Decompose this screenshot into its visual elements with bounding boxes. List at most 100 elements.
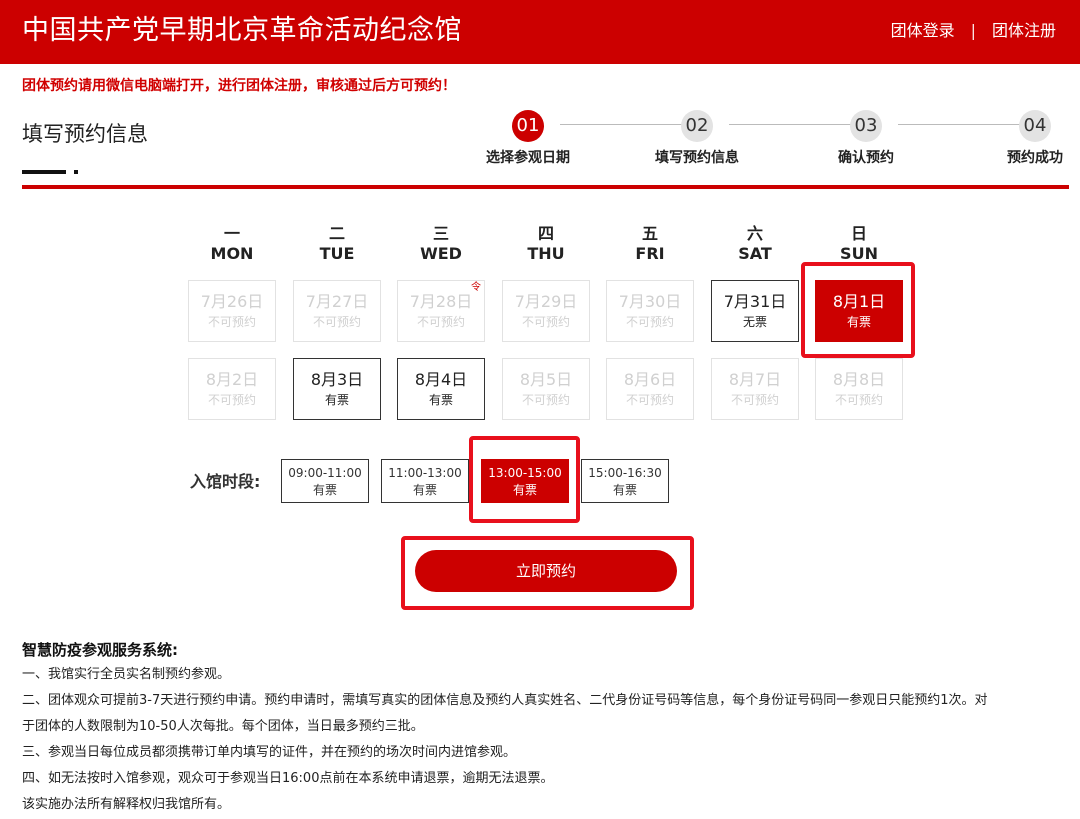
info-line: 二、团体观众可提前3-7天进行预约申请。预约申请时，需填写真实的团体信息及预约人… <box>22 693 988 708</box>
weekday-cn: 三 <box>432 224 449 243</box>
slot-time: 15:00-16:30 <box>588 466 662 480</box>
weekday-mon: 一 MON <box>187 224 277 264</box>
group-login-link[interactable]: 团体登录 <box>891 20 955 42</box>
day-date: 8月2日 <box>205 370 259 389</box>
day-date: 8月4日 <box>414 370 468 389</box>
weekday-fri: 五 FRI <box>605 224 695 264</box>
header-separator: | <box>970 21 976 40</box>
calendar-day: 令 7月28日 不可预约 <box>397 280 485 342</box>
time-slot[interactable]: 09:00-11:00 有票 <box>281 459 369 503</box>
step-label: 填写预约信息 <box>655 150 739 166</box>
weekday-en: SAT <box>738 244 772 263</box>
step-3: 03 确认预约 <box>806 110 926 170</box>
page-title: 填写预约信息 <box>22 122 148 146</box>
day-status: 不可预约 <box>207 315 256 329</box>
step-number: 04 <box>1019 110 1051 142</box>
section-divider <box>22 185 1069 189</box>
step-label: 预约成功 <box>1007 150 1063 166</box>
weekday-cn: 五 <box>641 224 658 243</box>
calendar-day-available[interactable]: 8月4日 有票 <box>397 358 485 420</box>
time-slot-label: 入馆时段: <box>190 472 261 491</box>
slot-status: 有票 <box>412 483 437 497</box>
calendar-day: 8月5日 不可预约 <box>502 358 590 420</box>
weekday-cn: 二 <box>328 224 345 243</box>
day-date: 8月7日 <box>728 370 782 389</box>
slot-time: 13:00-15:00 <box>488 466 562 480</box>
calendar-day: 7月30日 不可预约 <box>606 280 694 342</box>
calendar-day: 7月27日 不可预约 <box>293 280 381 342</box>
day-status: 有票 <box>428 393 453 407</box>
header-links: 团体登录 | 团体注册 <box>891 20 1056 42</box>
day-status: 不可预约 <box>730 393 779 407</box>
day-date: 8月6日 <box>623 370 677 389</box>
calendar-day: 7月29日 不可预约 <box>502 280 590 342</box>
slot-status: 有票 <box>512 483 537 497</box>
day-date: 7月29日 <box>514 292 578 311</box>
calendar-day: 8月8日 不可预约 <box>815 358 903 420</box>
day-date: 8月5日 <box>519 370 573 389</box>
day-date: 7月27日 <box>305 292 369 311</box>
time-slot-selected[interactable]: 13:00-15:00 有票 <box>481 459 569 503</box>
calendar-day-selected[interactable]: 8月1日 有票 <box>815 280 903 342</box>
top-header: 中国共产党早期北京革命活动纪念馆 团体登录 | 团体注册 <box>0 0 1080 64</box>
time-slot[interactable]: 11:00-13:00 有票 <box>381 459 469 503</box>
step-label: 确认预约 <box>838 150 894 166</box>
calendar-day: 8月7日 不可预约 <box>711 358 799 420</box>
weekday-en: TUE <box>319 244 355 263</box>
day-date: 7月26日 <box>200 292 264 311</box>
weekday-cn: 四 <box>537 224 554 243</box>
weekday-thu: 四 THU <box>501 224 591 264</box>
day-date: 8月1日 <box>832 292 886 311</box>
weekday-en: SUN <box>840 244 878 263</box>
step-4: 04 预约成功 <box>975 110 1080 170</box>
weekday-sun: 日 SUN <box>814 224 904 264</box>
step-number: 02 <box>681 110 713 142</box>
calendar-day-sold-out[interactable]: 7月31日 无票 <box>711 280 799 342</box>
day-status: 有票 <box>846 315 871 329</box>
info-line: 该实施办法所有解释权归我馆所有。 <box>22 797 231 812</box>
day-status: 不可预约 <box>834 393 883 407</box>
info-title: 智慧防疫参观服务系统: <box>22 641 178 659</box>
day-status: 不可预约 <box>207 393 256 407</box>
day-date: 7月30日 <box>618 292 682 311</box>
calendar-day-available[interactable]: 8月3日 有票 <box>293 358 381 420</box>
day-status: 不可预约 <box>625 393 674 407</box>
info-line: 一、我馆实行全员实名制预约参观。 <box>22 667 231 682</box>
day-date: 7月28日 <box>409 292 473 311</box>
weekday-en: MON <box>210 244 254 263</box>
day-status: 不可预约 <box>416 315 465 329</box>
weekday-cn: 一 <box>223 224 240 243</box>
slot-time: 09:00-11:00 <box>288 466 362 480</box>
site-title: 中国共产党早期北京革命活动纪念馆 <box>22 15 462 46</box>
weekday-cn: 日 <box>850 224 867 243</box>
time-slot[interactable]: 15:00-16:30 有票 <box>581 459 669 503</box>
weekday-tue: 二 TUE <box>292 224 382 264</box>
day-status: 不可预约 <box>625 315 674 329</box>
book-now-button[interactable]: 立即预约 <box>415 550 677 592</box>
day-status: 无票 <box>742 315 767 329</box>
day-status: 不可预约 <box>521 315 570 329</box>
calendar-day: 8月6日 不可预约 <box>606 358 694 420</box>
title-underline <box>22 170 66 174</box>
group-register-link[interactable]: 团体注册 <box>992 20 1056 42</box>
notice-text: 团体预约请用微信电脑端打开，进行团体注册，审核通过后方可预约！ <box>22 78 456 94</box>
step-number: 03 <box>850 110 882 142</box>
weekday-wed: 三 WED <box>396 224 486 264</box>
slot-status: 有票 <box>612 483 637 497</box>
step-number: 01 <box>512 110 544 142</box>
info-line: 于团体的人数限制为10-50人次每批。每个团体，当日最多预约三批。 <box>22 719 424 734</box>
step-label: 选择参观日期 <box>486 150 570 166</box>
calendar-day: 7月26日 不可预约 <box>188 280 276 342</box>
info-line: 四、如无法按时入馆参观，观众可于参观当日16:00点前在本系统申请退票，逾期无法… <box>22 771 554 786</box>
holiday-mark-icon: 令 <box>471 282 481 293</box>
weekday-sat: 六 SAT <box>710 224 800 264</box>
day-date: 8月8日 <box>832 370 886 389</box>
weekday-en: THU <box>527 244 565 263</box>
day-status: 不可预约 <box>312 315 361 329</box>
calendar-day: 8月2日 不可预约 <box>188 358 276 420</box>
weekday-en: WED <box>420 244 462 263</box>
day-status: 有票 <box>324 393 349 407</box>
weekday-cn: 六 <box>746 224 763 243</box>
step-1: 01 选择参观日期 <box>468 110 588 170</box>
day-date: 8月3日 <box>310 370 364 389</box>
